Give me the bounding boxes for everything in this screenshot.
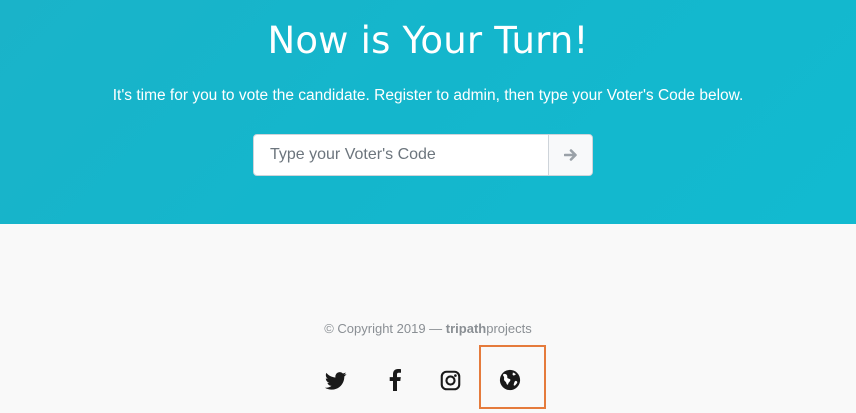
twitter-icon bbox=[325, 372, 347, 390]
page-title: Now is Your Turn! bbox=[267, 19, 589, 62]
instagram-link[interactable] bbox=[435, 365, 465, 395]
facebook-icon bbox=[389, 369, 401, 391]
arrow-right-icon bbox=[563, 149, 577, 161]
hero-section: Now is Your Turn! It's time for you to v… bbox=[0, 0, 856, 224]
twitter-link[interactable] bbox=[321, 366, 351, 396]
globe-icon bbox=[499, 369, 521, 391]
brand-bold: tripath bbox=[445, 321, 487, 336]
voter-code-input[interactable] bbox=[254, 135, 548, 175]
facebook-link[interactable] bbox=[380, 365, 410, 395]
submit-code-button[interactable] bbox=[548, 135, 592, 175]
instagram-icon bbox=[440, 370, 460, 390]
copyright-text: © Copyright 2019 — tripathprojects bbox=[0, 321, 856, 336]
footer: © Copyright 2019 — tripathprojects bbox=[0, 224, 856, 413]
voter-code-form bbox=[253, 134, 593, 176]
brand-rest: projects bbox=[486, 321, 532, 336]
page-subtitle: It's time for you to vote the candidate.… bbox=[112, 87, 744, 104]
website-link[interactable] bbox=[495, 365, 525, 395]
copyright-prefix: © Copyright 2019 — bbox=[324, 321, 446, 336]
